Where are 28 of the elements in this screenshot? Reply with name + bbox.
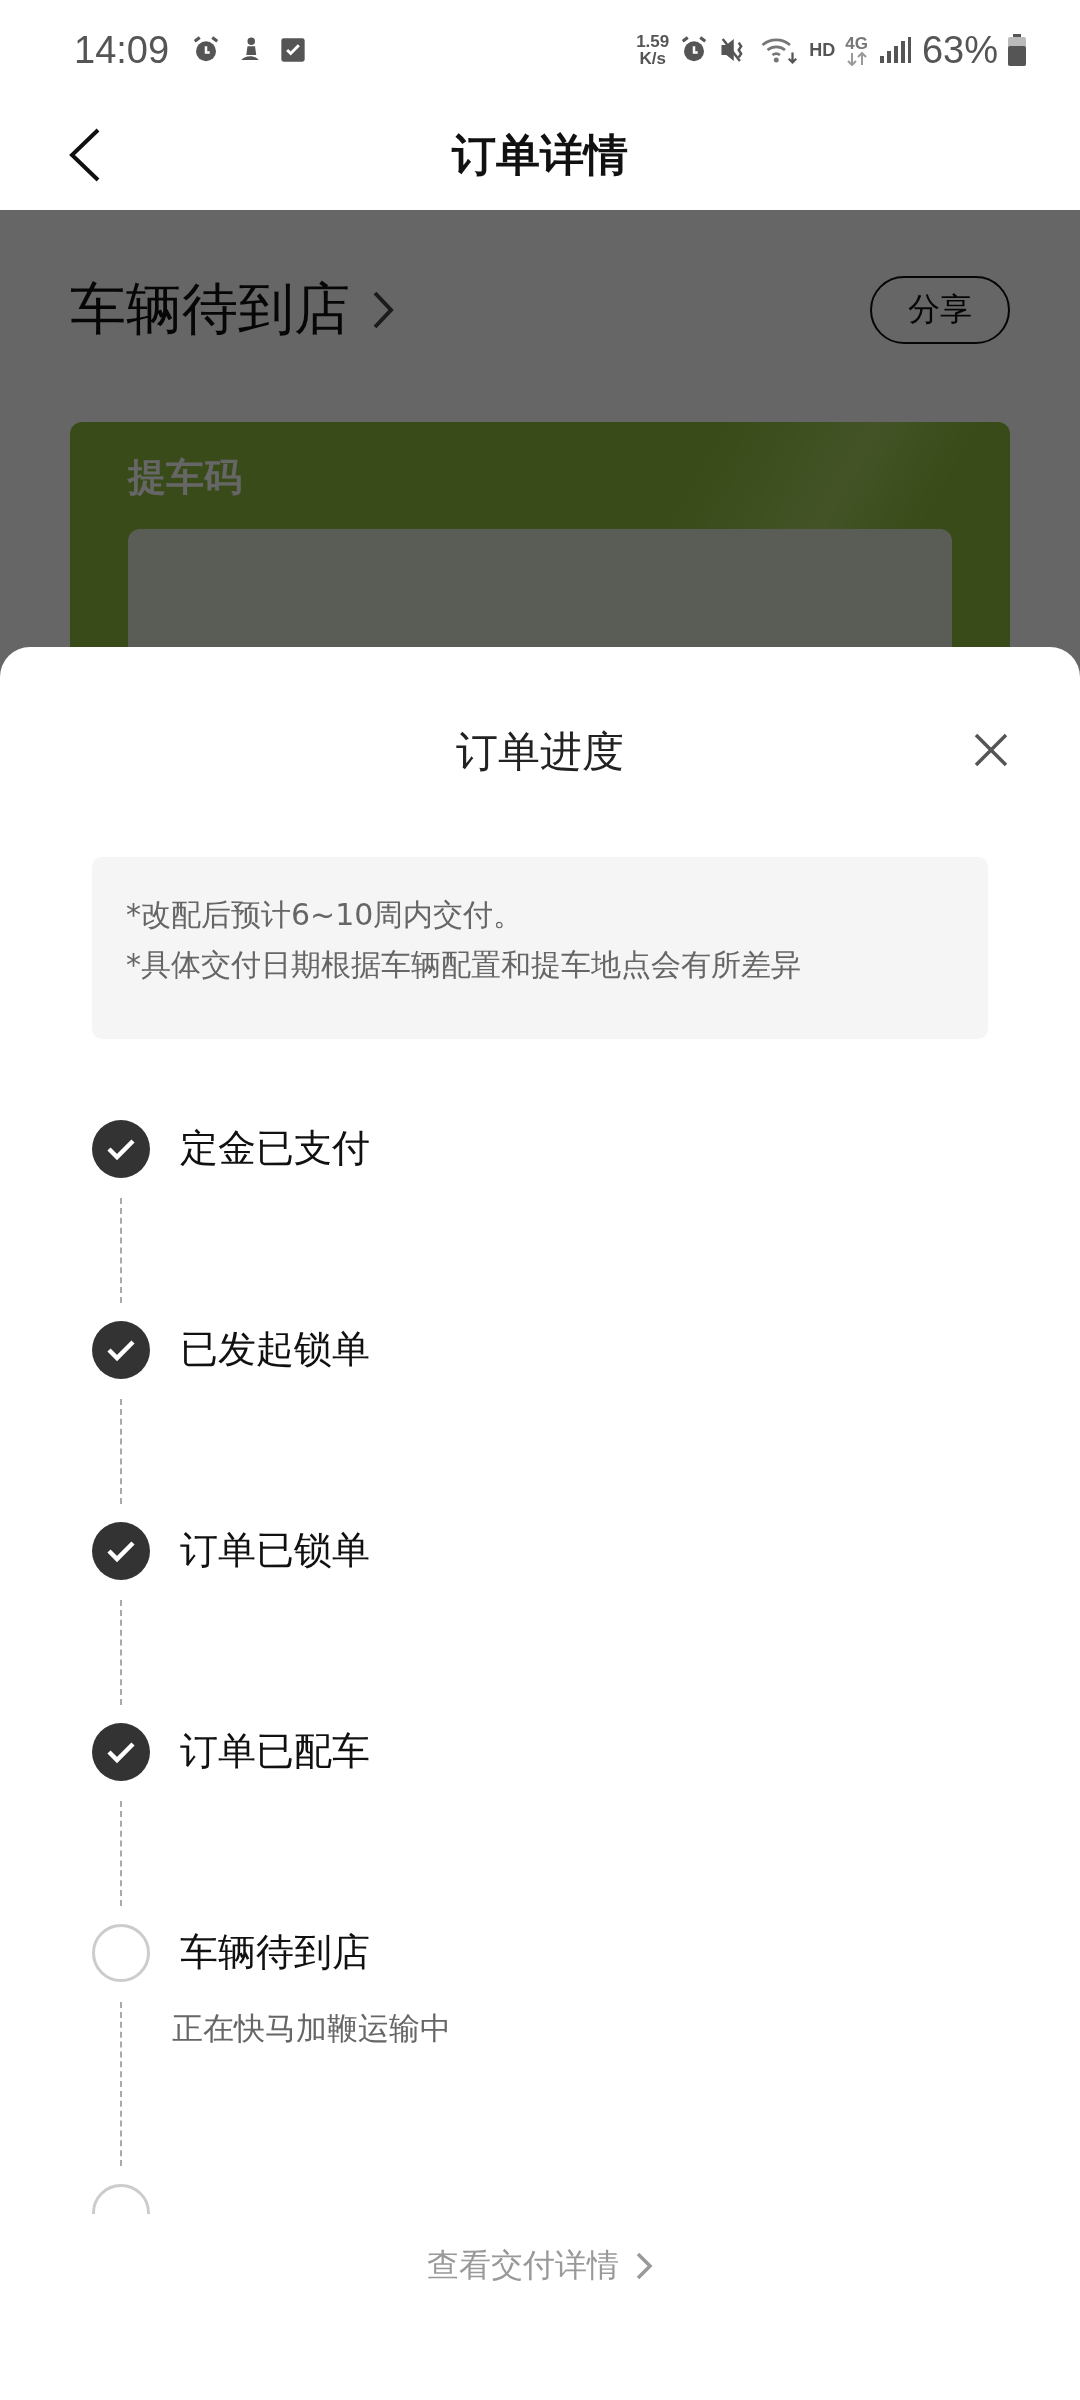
step-detail: 正在快马加鞭运输中 [172,2009,451,2048]
step-label: 定金已支付 [180,1126,370,1170]
step-label: 订单已锁单 [180,1528,370,1572]
step-label: 订单已配车 [180,1729,370,1773]
checkbox-icon [279,36,308,64]
step-label: 已发起锁单 [180,1327,370,1371]
close-icon [974,733,1008,767]
notice-text: *具体交付日期根据车辆配置和提车地点会有所差异 [126,947,802,983]
data-arrows-icon [845,51,868,66]
share-button[interactable]: 分享 [870,276,1010,344]
sheet-title: 订单进度 [456,726,624,778]
notice-text: *改配后预计6~10周内交付。 [126,897,525,933]
speed-unit: K/s [639,50,666,67]
chevron-icon [635,2251,653,2281]
hd-label: HD [809,39,836,61]
battery-icon [1008,34,1026,66]
close-button[interactable] [974,733,1008,767]
order-status-link[interactable]: 车辆待到店 [70,272,394,348]
network-label: 4G [845,34,868,52]
chevron-icon [372,290,394,330]
signal-icon [877,36,912,64]
card-title: 提车码 [128,454,243,501]
battery-percent: 63% [921,28,998,72]
step-label: 车辆待到店 [180,1930,371,1974]
delivery-details-link[interactable]: 查看交付详情 [427,2236,653,2296]
speed-value: 1.59 [636,33,670,50]
page-title: 订单详情 [452,127,628,182]
clock-time: 14:09 [74,28,170,72]
